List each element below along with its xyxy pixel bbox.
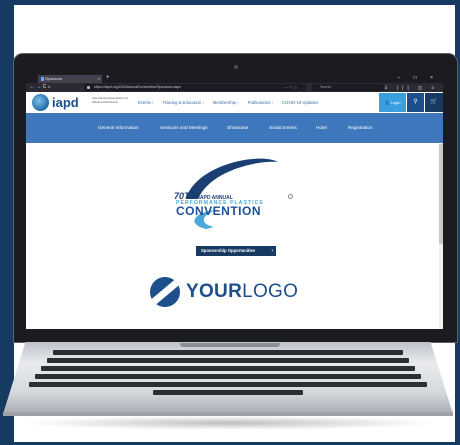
key-row bbox=[41, 366, 415, 371]
new-tab-button[interactable]: + bbox=[106, 74, 110, 83]
key-row bbox=[53, 350, 403, 355]
frame-side-bar bbox=[0, 0, 14, 445]
logo-stripe bbox=[150, 277, 180, 307]
laptop-base-edge bbox=[3, 412, 453, 416]
convention-word: CONVENTION bbox=[176, 204, 262, 218]
scrollbar-thumb[interactable] bbox=[439, 144, 443, 244]
page-actions[interactable]: ··· ♡ ☆ bbox=[284, 83, 297, 92]
key-row bbox=[47, 358, 409, 363]
cart-icon[interactable]: 🛒 bbox=[425, 93, 443, 112]
menu-item-covid[interactable]: COVID-19 Updates bbox=[282, 100, 318, 105]
cursor-dot-icon bbox=[288, 194, 293, 199]
nav-sessions-meetings[interactable]: Sessions and Meetings bbox=[160, 113, 208, 143]
lock-icon bbox=[87, 86, 90, 89]
nav-showcase[interactable]: Showcase bbox=[227, 113, 248, 143]
nav-controls[interactable]: ← → C ⌂ bbox=[30, 83, 51, 92]
menu-item-training[interactable]: Training & Education › bbox=[162, 100, 203, 105]
organization-name: International Association of Plastics Di… bbox=[92, 96, 128, 104]
webcam-icon bbox=[234, 65, 238, 69]
main-menu: Events › Training & Education › Membersh… bbox=[138, 92, 326, 113]
laptop-shadow bbox=[20, 416, 440, 430]
convention-nav: General Information Sessions and Meeting… bbox=[26, 113, 443, 143]
address-bar[interactable]: https://iapd.org/2020AnnualConvention/Sp… bbox=[84, 84, 306, 91]
laptop-screen: Sponsors × + – □ × ← → C ⌂ https://iapd.… bbox=[26, 74, 443, 329]
browser-tab-bar: Sponsors × + – □ × bbox=[26, 74, 443, 83]
browser-tab[interactable]: Sponsors × bbox=[38, 75, 102, 83]
toolbar-icons[interactable]: ⇓ ||| ◫ ≡ bbox=[384, 83, 438, 92]
spacebar bbox=[153, 390, 303, 395]
your-logo-placeholder: YOURLOGO bbox=[186, 281, 298, 303]
search-icon[interactable]: ⚲ bbox=[407, 93, 424, 112]
close-tab-icon[interactable]: × bbox=[98, 75, 100, 83]
favicon-icon bbox=[41, 77, 44, 81]
chevron-right-icon: › bbox=[271, 248, 273, 254]
url-text: https://iapd.org/2020AnnualConvention/Sp… bbox=[94, 85, 181, 89]
nav-hotel[interactable]: Hotel bbox=[316, 113, 327, 143]
logo-placeholder-logo: LOGO bbox=[242, 281, 299, 302]
login-button[interactable]: 👤 Login bbox=[379, 93, 406, 112]
key-row bbox=[35, 374, 421, 379]
site-header: iapd International Association of Plasti… bbox=[26, 92, 443, 113]
laptop-keyboard-base bbox=[3, 342, 453, 414]
window-controls[interactable]: – □ × bbox=[398, 74, 440, 83]
laptop-hinge bbox=[180, 343, 280, 347]
menu-item-membership[interactable]: Membership › bbox=[213, 100, 239, 105]
site-logo[interactable]: iapd bbox=[52, 95, 79, 110]
your-logo-icon bbox=[150, 277, 180, 307]
tab-title: Sponsors bbox=[45, 76, 62, 81]
logo-placeholder-your: YOUR bbox=[186, 281, 243, 302]
browser-navigation-bar: ← → C ⌂ https://iapd.org/2020AnnualConve… bbox=[26, 83, 443, 92]
globe-logo-icon[interactable] bbox=[32, 94, 49, 111]
nav-social-events[interactable]: Social Events bbox=[269, 113, 297, 143]
menu-item-events[interactable]: Events › bbox=[138, 100, 153, 105]
nav-general-information[interactable]: General Information bbox=[98, 113, 139, 143]
nav-registration[interactable]: Registration bbox=[348, 113, 373, 143]
key-row bbox=[29, 382, 427, 387]
sponsorship-opportunities-button[interactable]: Sponsorship Opportunities › bbox=[196, 246, 276, 256]
search-field[interactable]: Search bbox=[312, 84, 384, 91]
sponsorship-button-label: Sponsorship Opportunities bbox=[201, 248, 256, 253]
menu-item-publications[interactable]: Publications › bbox=[248, 100, 273, 105]
